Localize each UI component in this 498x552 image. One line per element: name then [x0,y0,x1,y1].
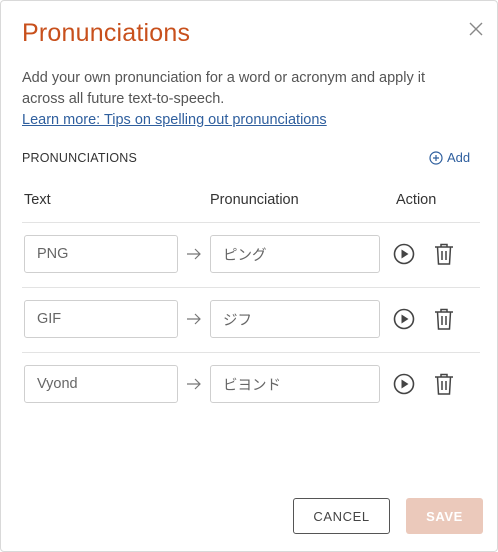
pronunciation-input[interactable]: ピング [210,235,380,273]
trash-icon[interactable] [434,373,454,395]
play-circle-icon[interactable] [393,373,415,395]
arrow-right-icon [187,248,201,260]
trash-icon[interactable] [434,308,454,330]
play-circle-icon[interactable] [393,243,415,265]
play-circle-icon[interactable] [393,308,415,330]
arrow-right-icon [187,378,201,390]
plus-circle-icon [429,150,443,165]
text-input[interactable]: GIF [24,300,178,338]
text-input[interactable]: PNG [24,235,178,273]
header-divider [22,222,480,223]
row-divider [22,287,480,288]
dialog-description: Add your own pronunciation for a word or… [22,70,425,107]
trash-icon[interactable] [434,243,454,265]
pronunciation-input[interactable]: ビヨンド [210,365,380,403]
add-button[interactable]: Add [429,150,470,165]
save-button[interactable]: SAVE [406,498,483,534]
column-header-pronunciation: Pronunciation [210,192,299,208]
pronunciations-dialog: Pronunciations Add your own pronunciatio… [0,0,498,552]
column-header-text: Text [24,192,51,208]
cancel-button[interactable]: CANCEL [293,498,390,534]
text-input[interactable]: Vyond [24,365,178,403]
arrow-right-icon [187,313,201,325]
dialog-title: Pronunciations [22,19,191,47]
column-header-action: Action [396,192,437,208]
close-icon[interactable] [467,20,485,38]
learn-more-link[interactable]: Learn more: Tips on spelling out pronunc… [22,110,327,131]
pronunciation-input[interactable]: ジフ [210,300,380,338]
section-label: PRONUNCIATIONS [22,151,138,165]
add-label: Add [447,150,471,165]
row-divider [22,352,480,353]
